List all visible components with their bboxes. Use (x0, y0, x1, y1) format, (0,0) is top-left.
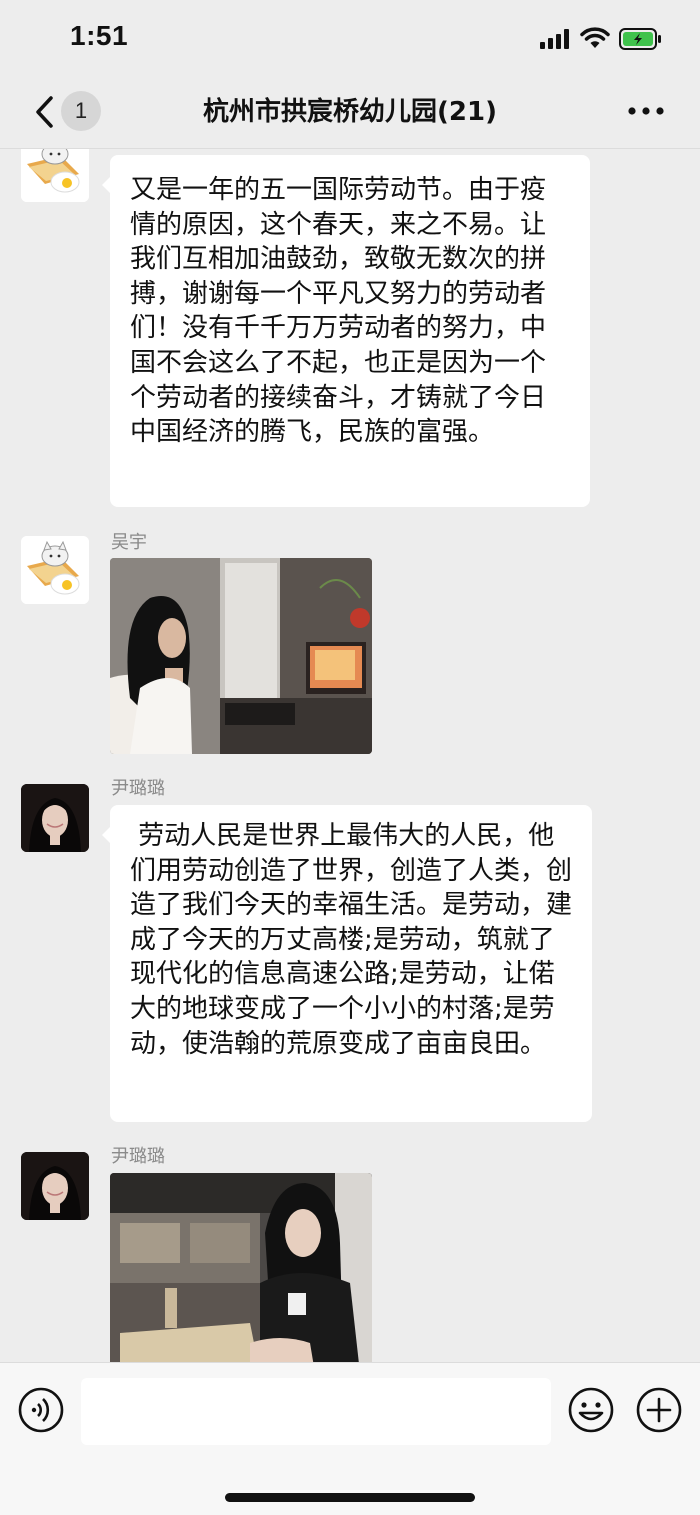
sender-name: 尹璐璐 (111, 1146, 165, 1167)
emoji-icon[interactable] (568, 1387, 614, 1433)
status-time: 1:51 (70, 20, 129, 51)
avatar[interactable] (21, 784, 89, 852)
chat-title: 杭州市拱宸桥幼儿园(21) (203, 97, 497, 127)
cat-toast-avatar (21, 536, 89, 604)
home-indicator (225, 1493, 475, 1502)
input-bar (0, 1362, 700, 1515)
plus-icon[interactable] (636, 1387, 682, 1433)
message-text: 劳动人民是世界上最伟大的人民，他们用劳动创造了世界，创造了人类，创造了我们今天的… (130, 821, 573, 1059)
avatar[interactable] (21, 149, 89, 202)
message-text: 又是一年的五一国际劳动节。由于疫情的原因，这个春天，来之不易。让我们互相加油鼓劲… (130, 175, 547, 448)
cat-toast-avatar (21, 149, 89, 202)
sender-name: 吴宇 (111, 532, 147, 553)
girl-portrait-avatar (21, 784, 89, 852)
more-options-icon[interactable] (628, 106, 664, 116)
girl-at-computer-photo (110, 558, 372, 754)
girl-at-desk-photo (110, 1173, 372, 1362)
battery-charging-icon (619, 28, 661, 50)
message-input[interactable] (81, 1378, 551, 1445)
unread-count-badge[interactable]: 1 (61, 91, 101, 131)
cellular-signal-icon (540, 29, 569, 49)
message-bubble[interactable]: 劳动人民是世界上最伟大的人民，他们用劳动创造了世界，创造了人类，创造了我们今天的… (102, 805, 592, 1122)
girl-portrait-avatar (21, 1152, 89, 1220)
avatar[interactable] (21, 1152, 89, 1220)
image-message[interactable] (110, 1173, 372, 1362)
status-bar: 1:51 (0, 0, 700, 80)
wifi-icon (580, 27, 610, 48)
back-chevron-icon[interactable] (30, 94, 60, 130)
message-bubble[interactable]: 又是一年的五一国际劳动节。由于疫情的原因，这个春天，来之不易。让我们互相加油鼓劲… (102, 155, 590, 507)
sender-name: 尹璐璐 (111, 778, 165, 799)
voice-icon[interactable] (18, 1387, 64, 1433)
chat-header: 1 杭州市拱宸桥幼儿园(21) (0, 80, 700, 149)
message-list[interactable]: 又是一年的五一国际劳动节。由于疫情的原因，这个春天，来之不易。让我们互相加油鼓劲… (0, 149, 700, 1362)
avatar[interactable] (21, 536, 89, 604)
image-message[interactable] (110, 558, 372, 754)
